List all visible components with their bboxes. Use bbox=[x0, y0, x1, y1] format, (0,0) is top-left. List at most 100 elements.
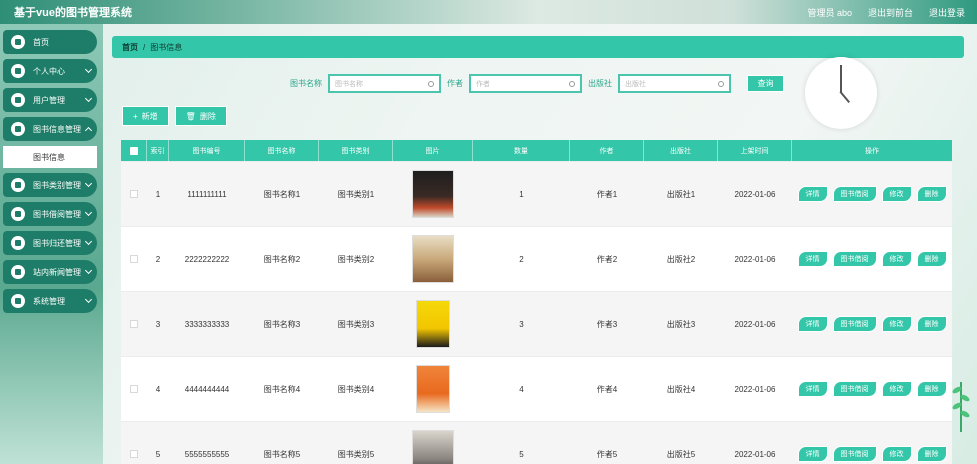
select-all-checkbox[interactable] bbox=[121, 140, 147, 162]
edit-button[interactable]: 修改 bbox=[881, 316, 912, 332]
edit-button[interactable]: 修改 bbox=[881, 446, 912, 462]
row-checkbox[interactable] bbox=[121, 422, 147, 464]
row-date: 2022-01-06 bbox=[734, 189, 776, 199]
row-quantity: 5 bbox=[519, 449, 524, 459]
add-button[interactable]: + 新增 bbox=[122, 106, 169, 126]
table-header: 索引 图书编号 图书名称 图书类别 图片 数量 作者 出版社 上架时间 操作 bbox=[121, 140, 952, 162]
row-author: 作者2 bbox=[596, 254, 618, 264]
sidebar-item-label: 用户管理 bbox=[33, 95, 65, 105]
delete-button[interactable]: 删除 bbox=[916, 381, 947, 397]
row-book-name: 图书名称3 bbox=[263, 319, 301, 329]
publisher-input[interactable]: 出版社 bbox=[618, 74, 731, 93]
row-quantity: 3 bbox=[519, 319, 524, 329]
return-icon bbox=[11, 236, 25, 250]
sidebar-item-system[interactable]: 系统管理 bbox=[3, 289, 97, 313]
top-bar: 基于vue的图书管理系统 管理员 abo 退出到前台 退出登录 bbox=[0, 0, 977, 24]
edit-button[interactable]: 修改 bbox=[881, 381, 912, 397]
detail-button[interactable]: 详情 bbox=[797, 186, 828, 202]
row-publisher: 出版社5 bbox=[666, 449, 696, 459]
edit-button[interactable]: 修改 bbox=[881, 251, 912, 267]
row-category: 图书类别2 bbox=[337, 254, 375, 264]
settings-icon bbox=[11, 294, 25, 308]
detail-button[interactable]: 详情 bbox=[797, 446, 828, 462]
borrow-button[interactable]: 图书借阅 bbox=[832, 251, 877, 267]
row-date: 2022-01-06 bbox=[734, 449, 776, 459]
sidebar-item-home[interactable]: 首页 bbox=[3, 30, 97, 54]
row-category: 图书类别5 bbox=[337, 449, 375, 459]
row-quantity: 1 bbox=[519, 189, 524, 199]
borrow-button[interactable]: 图书借阅 bbox=[832, 446, 877, 462]
header-book-no: 图书编号 bbox=[169, 140, 245, 162]
sidebar-item-label: 系统管理 bbox=[33, 296, 65, 306]
chevron-up-icon bbox=[84, 126, 93, 135]
sidebar-item-book-return[interactable]: 图书归还管理 bbox=[3, 231, 97, 255]
borrow-button[interactable]: 图书借阅 bbox=[832, 316, 877, 332]
row-operations: 详情 图书借阅 修改 删除 bbox=[797, 316, 947, 332]
author-label: 作者 bbox=[447, 79, 463, 88]
row-index: 1 bbox=[155, 189, 161, 199]
sidebar-item-user-management[interactable]: 用户管理 bbox=[3, 88, 97, 112]
sidebar-subitem-book-info[interactable]: 图书信息 bbox=[3, 146, 97, 168]
row-checkbox[interactable] bbox=[121, 227, 147, 291]
borrow-button[interactable]: 图书借阅 bbox=[832, 381, 877, 397]
sidebar-item-personal-center[interactable]: 个人中心 bbox=[3, 59, 97, 83]
edit-button[interactable]: 修改 bbox=[881, 186, 912, 202]
book-cover-image bbox=[416, 365, 450, 413]
book-name-label: 图书名称 bbox=[290, 79, 322, 88]
author-placeholder: 作者 bbox=[476, 80, 490, 88]
row-book-no: 3333333333 bbox=[184, 319, 230, 329]
admin-label: 管理员 abo bbox=[807, 7, 852, 18]
row-book-name: 图书名称4 bbox=[263, 384, 301, 394]
chevron-down-icon bbox=[84, 94, 93, 103]
delete-button[interactable]: 删除 bbox=[916, 446, 947, 462]
row-checkbox[interactable] bbox=[121, 357, 147, 421]
borrow-button[interactable]: 图书借阅 bbox=[832, 186, 877, 202]
header-image: 图片 bbox=[393, 140, 473, 162]
table-row: 1 1111111111 图书名称1 图书类别1 1 作者1 出版社1 2022… bbox=[121, 162, 952, 227]
detail-button[interactable]: 详情 bbox=[797, 381, 828, 397]
logout-link[interactable]: 退出登录 bbox=[929, 6, 965, 19]
row-author: 作者1 bbox=[596, 189, 618, 199]
row-publisher: 出版社1 bbox=[666, 189, 696, 199]
header-category: 图书类别 bbox=[319, 140, 393, 162]
breadcrumb-home[interactable]: 首页 bbox=[122, 42, 138, 53]
header-book-name: 图书名称 bbox=[245, 140, 319, 162]
exit-to-frontend-link[interactable]: 退出到前台 bbox=[868, 6, 913, 19]
borrow-icon bbox=[11, 207, 25, 221]
row-checkbox[interactable] bbox=[121, 292, 147, 356]
delete-button[interactable]: 删除 bbox=[916, 251, 947, 267]
sidebar-item-label: 首页 bbox=[33, 37, 49, 47]
sidebar-item-book-borrow[interactable]: 图书借阅管理 bbox=[3, 202, 97, 226]
sidebar-item-label: 图书归还管理 bbox=[33, 238, 81, 248]
row-checkbox[interactable] bbox=[121, 162, 147, 226]
sidebar-item-book-info-management[interactable]: 图书信息管理 bbox=[3, 117, 97, 141]
book-name-input[interactable]: 图书名称 bbox=[328, 74, 441, 93]
table-actions: + 新增 🗑 删除 bbox=[122, 106, 227, 126]
row-category: 图书类别1 bbox=[337, 189, 375, 199]
sidebar-item-book-category[interactable]: 图书类别管理 bbox=[3, 173, 97, 197]
query-button[interactable]: 查询 bbox=[747, 75, 784, 92]
row-book-no: 4444444444 bbox=[184, 384, 230, 394]
detail-button[interactable]: 详情 bbox=[797, 316, 828, 332]
sidebar-item-news[interactable]: 站内新闻管理 bbox=[3, 260, 97, 284]
row-author: 作者4 bbox=[596, 384, 618, 394]
delete-button[interactable]: 删除 bbox=[916, 316, 947, 332]
row-book-name: 图书名称1 bbox=[263, 189, 301, 199]
users-icon bbox=[11, 93, 25, 107]
author-input[interactable]: 作者 bbox=[469, 74, 582, 93]
search-bar: 图书名称 图书名称 作者 作者 出版社 出版社 查询 bbox=[290, 74, 784, 93]
plus-icon: + bbox=[133, 111, 138, 121]
chevron-down-icon bbox=[84, 65, 93, 74]
table-row: 3 3333333333 图书名称3 图书类别3 3 作者3 出版社3 2022… bbox=[121, 292, 952, 357]
chevron-down-icon bbox=[84, 208, 93, 217]
delete-button[interactable]: 删除 bbox=[916, 186, 947, 202]
publisher-placeholder: 出版社 bbox=[625, 80, 646, 88]
trash-icon: 🗑 bbox=[185, 111, 196, 121]
chevron-down-icon bbox=[84, 295, 93, 304]
breadcrumb-current: 图书信息 bbox=[150, 42, 183, 52]
row-category: 图书类别4 bbox=[337, 384, 375, 394]
batch-delete-button[interactable]: 🗑 删除 bbox=[174, 106, 227, 126]
detail-button[interactable]: 详情 bbox=[797, 251, 828, 267]
sidebar: 首页 个人中心 用户管理 图书信息管理 图书信息 图书类别管理 图书借阅管理 图… bbox=[0, 24, 103, 464]
row-author: 作者3 bbox=[596, 319, 618, 329]
